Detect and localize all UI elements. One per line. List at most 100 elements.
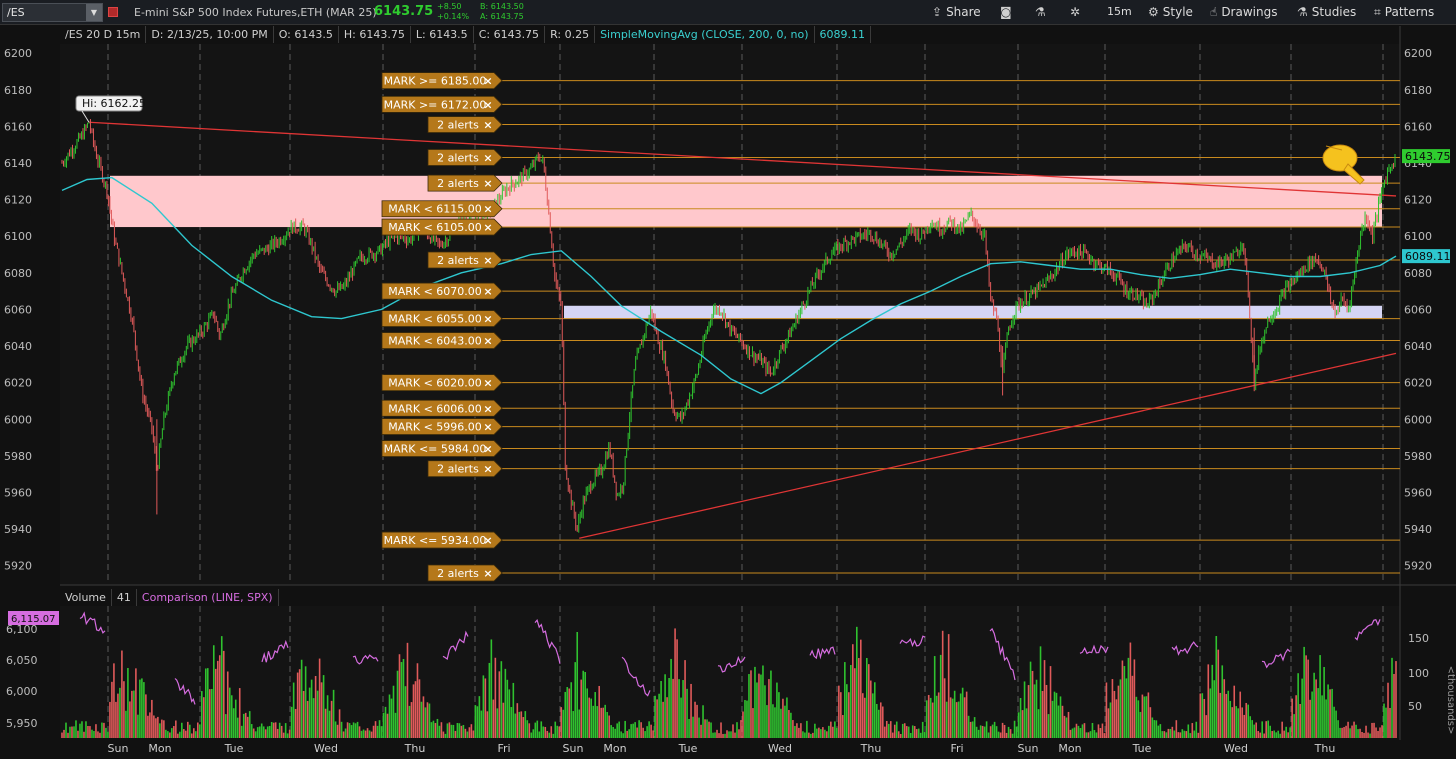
- chart-title[interactable]: /ES 20 D 15m: [60, 26, 147, 43]
- y-tick-label-right: 6120: [1404, 194, 1432, 207]
- close-icon[interactable]: ×: [483, 254, 492, 267]
- comparison-label[interactable]: Comparison (LINE, SPX): [137, 589, 279, 606]
- x-tick-label: Wed: [314, 742, 338, 755]
- y-tick-label-right: 6100: [1404, 230, 1432, 243]
- close-icon[interactable]: ×: [483, 221, 492, 234]
- close-icon[interactable]: ×: [483, 313, 492, 326]
- alert-badge[interactable]: 2 alerts ×: [427, 174, 503, 192]
- y-tick-label-left: 6120: [4, 194, 32, 207]
- close-icon[interactable]: ×: [483, 285, 492, 298]
- volume-pane: [60, 606, 1400, 738]
- y-tick-label-left: 6080: [4, 267, 32, 280]
- bar-range: R: 0.25: [545, 26, 596, 43]
- y-tick-label-left: 6060: [4, 303, 32, 316]
- y-tick-label-left: 6200: [4, 47, 32, 60]
- alert-badge[interactable]: MARK <= 5934.00×: [381, 531, 503, 549]
- y-tick-label-right: 6020: [1404, 377, 1432, 390]
- volume-unit-label: <thousands>: [1445, 666, 1456, 735]
- x-tick-label: Tue: [224, 742, 244, 755]
- y-tick-label-right: 6060: [1404, 303, 1432, 316]
- close-icon[interactable]: ×: [483, 463, 492, 476]
- alert-label: 2 alerts: [437, 177, 479, 190]
- y-tick-label-right: 6000: [1404, 413, 1432, 426]
- alert-badge[interactable]: MARK < 6055.00 ×: [381, 310, 503, 327]
- chart-header: /ES 20 D 15m D: 2/13/25, 10:00 PM O: 6143.…: [60, 26, 871, 43]
- bar-date: D: 2/13/25, 10:00 PM: [146, 26, 274, 43]
- x-tick-label: Thu: [860, 742, 882, 755]
- alert-badge[interactable]: MARK < 6043.00 ×: [381, 332, 503, 349]
- alert-badge[interactable]: MARK >= 6185.00×: [381, 72, 503, 90]
- close-icon[interactable]: ×: [483, 443, 492, 456]
- bar-high: H: 6143.75: [339, 26, 411, 43]
- close-icon[interactable]: ×: [483, 335, 492, 348]
- close-icon[interactable]: ×: [483, 98, 492, 111]
- hi-label: Hi: 6162.25: [82, 97, 146, 110]
- alert-badge[interactable]: MARK < 6006.00 ×: [381, 399, 503, 417]
- y-tick-label-right: 5940: [1404, 523, 1432, 536]
- volume-value: 41: [112, 589, 137, 606]
- alert-label: 2 alerts: [437, 254, 479, 267]
- alert-badge[interactable]: MARK < 5996.00 ×: [381, 418, 503, 435]
- y-tick-label-left: 6020: [4, 377, 32, 390]
- alert-label: 2 alerts: [437, 119, 479, 132]
- close-icon[interactable]: ×: [483, 421, 492, 434]
- alert-label: MARK < 6070.00: [388, 285, 482, 298]
- close-icon[interactable]: ×: [483, 75, 492, 88]
- y-tick-label-left: 6000: [4, 413, 32, 426]
- volume-label[interactable]: Volume: [60, 589, 112, 606]
- price-chart[interactable]: MARK >= 6185.00×MARK >= 6172.00×2 alerts…: [0, 0, 1456, 759]
- alert-label: 2 alerts: [437, 463, 479, 476]
- y-tick-label-left: 5960: [4, 486, 32, 499]
- alert-badge[interactable]: MARK < 6105.00 ×: [381, 218, 503, 236]
- alert-label: MARK <= 5934.00: [384, 534, 487, 547]
- x-tick-label: Mon: [1058, 742, 1081, 755]
- alert-badge[interactable]: 2 alerts ×: [427, 460, 503, 478]
- y-tick-label-right: 6200: [1404, 47, 1432, 60]
- alert-badge[interactable]: MARK >= 6172.00×: [381, 96, 503, 113]
- alert-badge[interactable]: 2 alerts ×: [427, 149, 503, 166]
- x-tick-label: Wed: [768, 742, 792, 755]
- close-icon[interactable]: ×: [483, 177, 492, 190]
- sma-study-label[interactable]: SimpleMovingAvg (CLOSE, 200, 0, no): [595, 26, 815, 43]
- alert-label: MARK < 6006.00: [388, 402, 482, 415]
- close-icon[interactable]: ×: [483, 119, 492, 132]
- alert-badge[interactable]: 2 alerts ×: [427, 251, 503, 269]
- hand-palm: [1322, 144, 1358, 172]
- x-tick-label: Sun: [1018, 742, 1039, 755]
- close-icon[interactable]: ×: [483, 567, 492, 580]
- y-tick-label-left: 6100: [4, 230, 32, 243]
- alert-label: MARK < 6105.00: [388, 221, 482, 234]
- close-icon[interactable]: ×: [483, 377, 492, 390]
- comparison-tick-label: 6,000: [6, 685, 38, 698]
- x-tick-label: Tue: [678, 742, 698, 755]
- alert-badge[interactable]: MARK < 6070.00 ×: [381, 282, 503, 300]
- alert-label: 2 alerts: [437, 151, 479, 164]
- close-icon[interactable]: ×: [483, 151, 492, 164]
- alert-label: MARK < 6115.00: [388, 203, 482, 216]
- bar-close: C: 6143.75: [474, 26, 546, 43]
- bar-open: O: 6143.5: [274, 26, 339, 43]
- alert-badge[interactable]: MARK < 6115.00 ×: [381, 200, 503, 218]
- y-tick-label-right: 6160: [1404, 120, 1432, 133]
- y-tick-label-right: 6180: [1404, 84, 1432, 97]
- alert-badge[interactable]: 2 alerts ×: [427, 564, 503, 582]
- close-icon[interactable]: ×: [483, 203, 492, 216]
- x-tick-label: Wed: [1224, 742, 1248, 755]
- bar-low: L: 6143.5: [411, 26, 474, 43]
- x-tick-label: Fri: [950, 742, 963, 755]
- x-tick-label: Sun: [563, 742, 584, 755]
- y-tick-label-left: 5920: [4, 560, 32, 573]
- close-icon[interactable]: ×: [483, 402, 492, 415]
- x-tick-label: Sun: [108, 742, 129, 755]
- volume-tick-label: 50: [1408, 700, 1422, 713]
- volume-tick-label: 100: [1408, 667, 1429, 680]
- y-tick-label-right: 6080: [1404, 267, 1432, 280]
- y-tick-label-right: 5960: [1404, 486, 1432, 499]
- volume-tick-label: 150: [1408, 632, 1429, 645]
- alert-badge[interactable]: MARK < 6020.00 ×: [381, 374, 503, 392]
- alert-label: MARK >= 6172.00: [384, 98, 487, 111]
- close-icon[interactable]: ×: [483, 534, 492, 547]
- alert-badge[interactable]: 2 alerts ×: [427, 116, 503, 133]
- alert-badge[interactable]: MARK <= 5984.00×: [381, 440, 503, 457]
- y-tick-label-right: 5920: [1404, 560, 1432, 573]
